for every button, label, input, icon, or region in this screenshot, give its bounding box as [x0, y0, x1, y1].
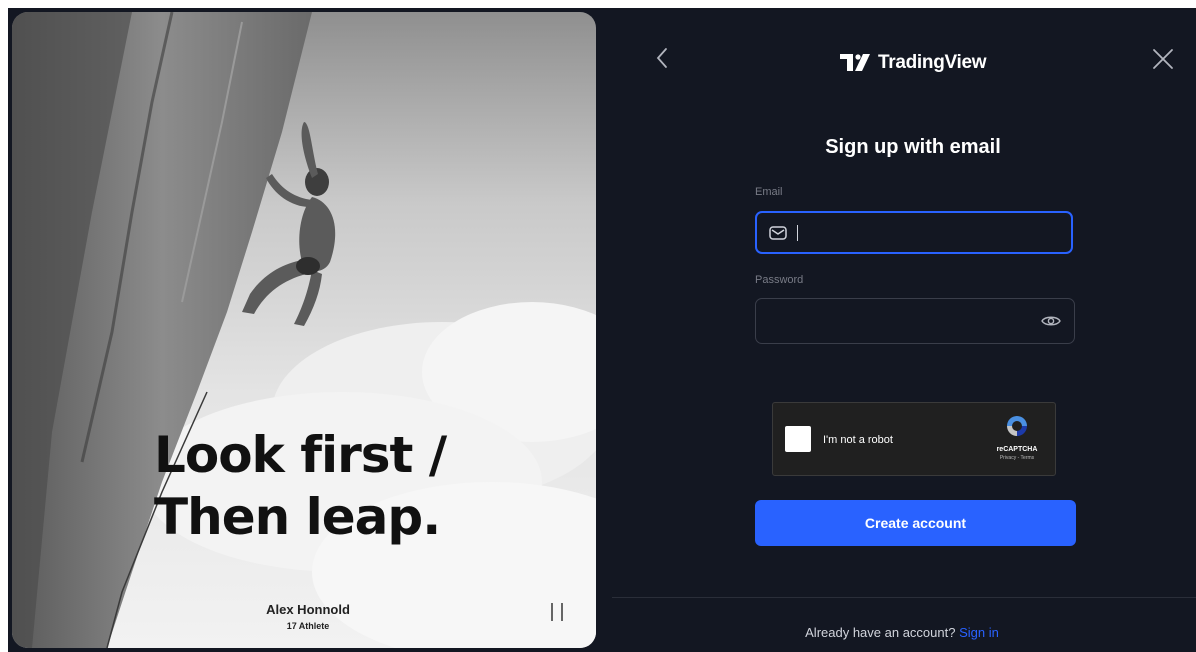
promo-card: Look first / Then leap. Alex Honnold 17 A…: [12, 12, 596, 648]
signin-prompt: Already have an account? Sign in: [608, 625, 1196, 640]
chevron-left-icon: [656, 48, 667, 68]
pause-bar-icon: [561, 603, 563, 621]
brand-name: TradingView: [878, 52, 987, 73]
athlete-credit: Alex Honnold 17 Athlete: [238, 602, 378, 631]
recaptcha-checkbox[interactable]: [785, 426, 811, 452]
eye-icon: [1041, 316, 1061, 326]
create-account-button[interactable]: Create account: [755, 500, 1076, 546]
email-field[interactable]: [755, 211, 1073, 254]
climber-photo: [12, 12, 596, 648]
tradingview-logo-icon: [840, 54, 870, 71]
tradingview-mark: 17: [286, 621, 297, 631]
close-icon: [1153, 49, 1173, 69]
signin-link[interactable]: Sign in: [959, 625, 999, 640]
recaptcha-links[interactable]: Privacy - Terms: [995, 455, 1039, 461]
headline-line-1: Look first /: [154, 426, 447, 484]
close-button[interactable]: [1148, 44, 1178, 74]
recaptcha-logo: reCAPTCHA Privacy - Terms: [995, 413, 1039, 461]
pause-bar-icon: [551, 603, 553, 621]
password-input[interactable]: [760, 313, 1038, 329]
recaptcha-icon: [1007, 416, 1027, 436]
password-field[interactable]: [755, 298, 1075, 344]
back-button[interactable]: [648, 44, 676, 72]
headline-line-2: Then leap.: [154, 488, 441, 546]
signup-dialog: Look first / Then leap. Alex Honnold 17 A…: [8, 8, 1196, 652]
envelope-icon: [769, 225, 787, 240]
signin-prompt-text: Already have an account?: [805, 625, 956, 640]
email-input[interactable]: [798, 224, 1071, 241]
athlete-name: Alex Honnold: [266, 602, 350, 617]
recaptcha-widget: I'm not a robot reCAPTCHA Privacy - Term…: [772, 402, 1056, 476]
email-label: Email: [755, 186, 783, 198]
promo-headline: Look first / Then leap.: [154, 424, 447, 548]
show-password-button[interactable]: [1038, 308, 1064, 334]
recaptcha-name: reCAPTCHA: [996, 446, 1038, 453]
athlete-role-label: Athlete: [298, 621, 330, 631]
page-title: Sign up with email: [825, 136, 1001, 158]
recaptcha-label: I'm not a robot: [823, 434, 893, 446]
athlete-role: 17 Athlete: [238, 621, 378, 631]
password-label: Password: [755, 274, 804, 286]
pause-button[interactable]: [546, 598, 568, 626]
tradingview-logo: TradingView: [840, 52, 987, 74]
footer-divider: [612, 597, 1196, 598]
